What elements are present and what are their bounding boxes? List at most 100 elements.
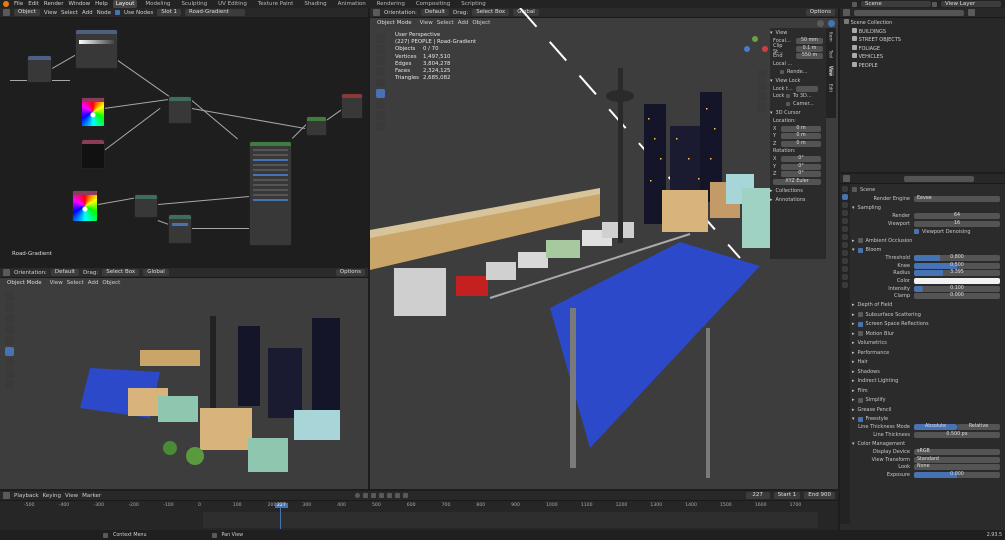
workspace-tab-uv-editing[interactable]: UV Editing <box>215 0 250 8</box>
bloom-checkbox[interactable] <box>857 247 863 253</box>
shading-solid-icon[interactable] <box>817 19 824 27</box>
menu-help[interactable]: Help <box>95 1 108 7</box>
outliner-item[interactable]: VEHICLES <box>844 53 1001 62</box>
annotate-tool-icon[interactable] <box>5 358 14 367</box>
render-engine-dropdown[interactable]: Eevee <box>914 196 1000 203</box>
sss-checkbox[interactable] <box>857 312 863 318</box>
play-reverse-icon[interactable] <box>379 493 385 498</box>
end-frame-field[interactable]: End 900 <box>804 492 835 499</box>
play-icon[interactable] <box>387 493 393 498</box>
node-menu-select[interactable]: Select <box>61 10 78 16</box>
ao-section-header[interactable]: ▸ Ambient Occlusion <box>852 235 1004 245</box>
view-layer-selector[interactable]: View Layer <box>932 0 1001 8</box>
record-icon[interactable] <box>355 493 361 498</box>
material-output-node[interactable] <box>341 93 363 119</box>
mode-dropdown[interactable]: Object Mode <box>3 279 46 287</box>
menu-window[interactable]: Window <box>68 1 90 7</box>
scene-tab-icon[interactable] <box>842 218 848 224</box>
physics-tab-icon[interactable] <box>842 258 848 264</box>
material-tab-icon[interactable] <box>842 282 848 288</box>
viewport-main[interactable]: Orientation: Default Drag: Select Box Gl… <box>370 8 838 489</box>
motion-blur-checkbox[interactable] <box>857 331 863 337</box>
freestyle-checkbox[interactable] <box>857 416 863 422</box>
outliner-item[interactable]: PEOPLE <box>844 61 1001 71</box>
bloom-threshold-field[interactable]: 0.800 <box>914 255 1000 262</box>
display-device-dropdown[interactable]: sRGB <box>914 449 1000 456</box>
dof-section-header[interactable]: ▸ Depth of Field <box>852 300 1004 310</box>
particles-tab-icon[interactable] <box>842 250 848 256</box>
scene-selector[interactable]: Scene <box>852 0 931 8</box>
focal-length-field[interactable]: 50 mm <box>796 38 823 45</box>
mix-node[interactable] <box>168 96 192 124</box>
color-wheel-node-2[interactable] <box>72 190 98 222</box>
rotation-x-field[interactable]: 0° <box>781 156 821 163</box>
view-section-header[interactable]: ▾ View <box>770 28 826 38</box>
lock-to-3d-checkbox[interactable] <box>786 94 790 99</box>
sampling-section-header[interactable]: ▾ Sampling <box>852 203 1004 213</box>
editor-type-icon[interactable] <box>843 9 850 16</box>
filter-icon[interactable] <box>968 9 975 16</box>
timeline-ruler[interactable]: -500 -400 -300 -200 -100 0 100 200 300 400 500 600 7… <box>0 503 838 511</box>
simplify-checkbox[interactable] <box>857 397 863 403</box>
options-button[interactable]: Options <box>805 9 835 16</box>
mix-shader-node[interactable] <box>306 116 327 136</box>
prev-key-icon[interactable] <box>371 493 377 498</box>
small-menu-object[interactable]: Object <box>102 280 120 286</box>
color-wheel-node[interactable] <box>81 97 105 127</box>
jump-start-icon[interactable] <box>363 493 369 498</box>
object-tab-icon[interactable] <box>842 234 848 240</box>
node-menu-view[interactable]: View <box>44 10 57 16</box>
ao-checkbox[interactable] <box>857 238 863 244</box>
move-tool-icon[interactable] <box>5 314 14 323</box>
use-nodes-checkbox[interactable] <box>114 10 120 15</box>
small-menu-view[interactable]: View <box>50 280 63 286</box>
freestyle-section-header[interactable]: ▾ Freestyle <box>852 414 1004 424</box>
absolute-toggle[interactable]: Absolute <box>914 424 957 431</box>
ssr-checkbox[interactable] <box>857 321 863 327</box>
rotate-tool-icon[interactable] <box>5 325 14 334</box>
bloom-knee-field[interactable]: 0.500 <box>914 262 1000 269</box>
measure-tool-icon[interactable] <box>5 369 14 378</box>
gizmo-z-axis-icon[interactable] <box>744 46 750 52</box>
timeline-menu-playback[interactable]: Playback <box>14 493 39 499</box>
sss-section-header[interactable]: ▸ Subsurface Scattering <box>852 309 1004 320</box>
menu-file[interactable]: File <box>14 1 23 7</box>
editor-type-icon[interactable] <box>3 269 10 276</box>
gizmo-y-axis-icon[interactable] <box>752 36 758 42</box>
outliner-item[interactable]: FOLIAGE <box>844 44 1001 54</box>
pan-hand-icon[interactable] <box>756 81 766 90</box>
collections-section-header[interactable]: ▸ Collections <box>770 185 826 196</box>
orientation-dropdown[interactable]: Default <box>50 269 80 276</box>
workspace-tab-shading[interactable]: Shading <box>301 0 329 8</box>
cursor-z-field[interactable]: 0 m <box>781 140 821 147</box>
view-layer-field[interactable]: View Layer <box>941 1 1001 7</box>
principled-bsdf-node[interactable] <box>249 141 292 246</box>
gizmo-x-axis-icon[interactable] <box>762 46 768 52</box>
editor-type-icon[interactable] <box>843 175 850 182</box>
rotation-y-field[interactable]: 0° <box>781 163 821 170</box>
timeline[interactable]: Playback Keying View Marker 227 Start 1 … <box>0 491 838 530</box>
tab-edit[interactable]: Edit <box>829 84 834 92</box>
cursor-tool-icon[interactable] <box>5 303 14 312</box>
menu-render[interactable]: Render <box>44 1 64 7</box>
transform-tool-icon[interactable] <box>5 347 14 356</box>
relative-toggle[interactable]: Relative <box>957 424 1000 431</box>
workspace-tab-texture-paint[interactable]: Texture Paint <box>255 0 297 8</box>
bloom-color-swatch[interactable] <box>914 278 1000 285</box>
dark-color-node[interactable] <box>81 139 105 169</box>
indirect-lighting-section-header[interactable]: ▸ Indirect Lighting <box>852 376 1004 386</box>
volumetrics-section-header[interactable]: ▸ Volumetrics <box>852 338 1004 348</box>
editor-type-icon[interactable] <box>3 492 10 499</box>
bloom-intensity-field[interactable]: 0.100 <box>914 285 1000 292</box>
workspace-tab-animation[interactable]: Animation <box>335 0 369 8</box>
modifier-tab-icon[interactable] <box>842 242 848 248</box>
workspace-tab-scripting[interactable]: Scripting <box>458 0 488 8</box>
shading-material-icon[interactable] <box>828 19 835 27</box>
shadows-section-header[interactable]: ▸ Shadows <box>852 366 1004 377</box>
properties-search-field[interactable] <box>904 175 974 182</box>
lock-camera-checkbox[interactable] <box>786 101 790 106</box>
view-layer-tab-icon[interactable] <box>842 210 848 216</box>
exposure-field[interactable]: 0.000 <box>914 471 1000 478</box>
render-samples-field[interactable]: 64 <box>914 213 1000 220</box>
workspace-tab-layout[interactable]: Layout <box>112 0 138 8</box>
